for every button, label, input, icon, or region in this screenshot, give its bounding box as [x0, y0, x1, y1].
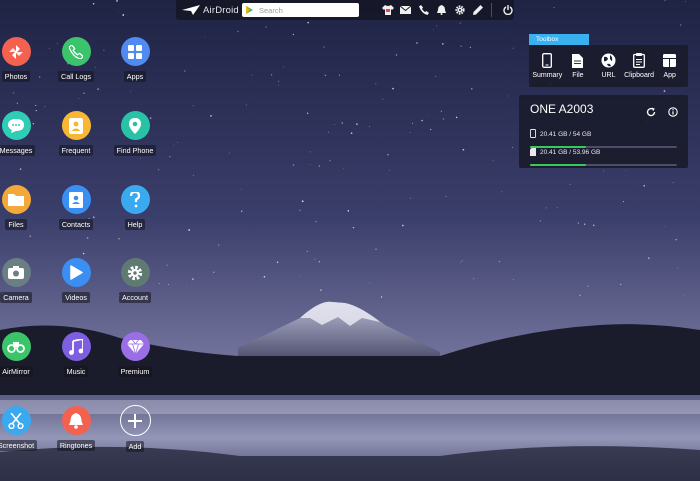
phone-storage-icon — [530, 125, 536, 143]
tool-clipboard[interactable]: Clipboard — [624, 53, 654, 79]
tool-label: URL — [601, 72, 616, 79]
clipboard-icon — [632, 53, 647, 68]
toolbox-panel: Summary File URL Clipboard App — [529, 45, 688, 87]
grid-icon — [120, 37, 150, 66]
app-ringtones[interactable]: Ringtones — [46, 406, 106, 451]
app-label: Files — [5, 219, 27, 230]
app-contacts[interactable]: Contacts — [46, 185, 106, 230]
tool-app[interactable]: App — [655, 53, 685, 79]
toolbox-tab[interactable]: Toolbox — [529, 34, 589, 45]
app-label: Screenshot — [0, 440, 38, 451]
app-label: Apps — [123, 71, 147, 82]
sd-card-storage-bar-fill — [530, 164, 586, 166]
bell-icon — [61, 406, 91, 435]
photos-icon — [1, 37, 31, 66]
app-label: Frequent — [58, 145, 94, 156]
sd-card-storage-bar — [530, 164, 677, 166]
app-label: Music — [63, 366, 89, 377]
power-icon[interactable] — [501, 4, 514, 17]
sd-card-icon — [530, 143, 536, 161]
info-icon[interactable] — [668, 104, 678, 117]
location-pin-icon — [120, 111, 150, 140]
app-airmirror[interactable]: AirMirror — [0, 332, 46, 377]
app-videos[interactable]: Videos — [46, 258, 106, 303]
tool-file[interactable]: File — [563, 53, 593, 79]
app-apps[interactable]: Apps — [105, 37, 165, 82]
music-note-icon — [61, 332, 91, 361]
search-box[interactable] — [242, 3, 359, 17]
app-files[interactable]: Files — [0, 185, 46, 230]
tool-label: File — [572, 72, 584, 79]
file-icon — [570, 53, 585, 68]
paper-plane-icon — [182, 5, 200, 15]
edit-pen-icon[interactable] — [471, 4, 484, 17]
camera-icon — [1, 258, 31, 287]
app-add[interactable]: Add — [105, 405, 165, 452]
contact-card-icon — [61, 111, 91, 140]
app-label: Photos — [1, 71, 31, 82]
app-window-icon — [662, 53, 677, 68]
play-icon — [61, 258, 91, 287]
phone-icon[interactable] — [417, 4, 430, 17]
device-summary-card: ONE A2003 20.41 GB / 54 GB 20.41 GB / 53… — [519, 95, 688, 168]
app-label: Contacts — [58, 219, 94, 230]
app-photos[interactable]: Photos — [0, 37, 46, 82]
sd-card-storage: 20.41 GB / 53.96 GB — [530, 143, 678, 166]
app-label: Find Phone — [113, 145, 157, 156]
app-label: AirMirror — [0, 366, 33, 377]
topbar-divider — [491, 3, 492, 17]
sd-card-storage-text: 20.41 GB / 53.96 GB — [540, 148, 601, 156]
app-label: Ringtones — [56, 440, 96, 451]
tool-url[interactable]: URL — [593, 53, 623, 79]
phone-outline-icon — [540, 53, 555, 68]
message-icon[interactable] — [399, 4, 412, 17]
search-input[interactable] — [259, 4, 359, 16]
play-store-icon — [246, 6, 253, 14]
app-call-logs[interactable]: Call Logs — [46, 37, 106, 82]
app-premium[interactable]: Premium — [105, 332, 165, 377]
app-music[interactable]: Music — [46, 332, 106, 377]
app-label: Premium — [117, 366, 153, 377]
brand-name: AirDroid — [203, 4, 239, 16]
app-label: Messages — [0, 145, 36, 156]
tool-label: Summary — [532, 72, 563, 79]
app-label: Camera — [0, 292, 32, 303]
app-account[interactable]: Account — [105, 258, 165, 303]
diamond-icon — [120, 332, 150, 361]
app-find-phone[interactable]: Find Phone — [105, 111, 165, 156]
app-label: Videos — [62, 292, 90, 303]
app-frequent[interactable]: Frequent — [46, 111, 106, 156]
app-help[interactable]: Help — [105, 185, 165, 230]
phone-icon — [61, 37, 91, 66]
contact-book-icon — [61, 185, 91, 214]
binoculars-icon — [1, 332, 31, 361]
settings-gear-icon[interactable] — [453, 4, 466, 17]
tool-label: App — [663, 72, 676, 79]
airdroid-logo[interactable]: AirDroid — [176, 5, 242, 16]
app-messages[interactable]: Messages — [0, 111, 46, 156]
app-label: Call Logs — [58, 71, 94, 82]
globe-icon — [601, 53, 616, 68]
app-screenshot[interactable]: Screenshot — [0, 406, 46, 451]
app-label: Add — [125, 441, 145, 452]
theme-shirt-icon[interactable] — [381, 4, 394, 17]
app-label: Help — [124, 219, 146, 230]
device-name: ONE A2003 — [530, 102, 594, 116]
refresh-icon[interactable] — [646, 104, 656, 117]
plus-icon — [119, 405, 151, 436]
tool-summary[interactable]: Summary — [532, 53, 562, 79]
chat-icon — [1, 111, 31, 140]
scissors-icon — [1, 406, 31, 435]
question-icon — [120, 185, 150, 214]
top-bar: AirDroid — [176, 0, 514, 20]
phone-storage-text: 20.41 GB / 54 GB — [540, 130, 592, 138]
tool-label: Clipboard — [624, 72, 655, 79]
app-label: Account — [119, 292, 151, 303]
gear-icon — [120, 258, 150, 287]
notification-bell-icon[interactable] — [435, 4, 448, 17]
folder-icon — [1, 185, 31, 214]
app-camera[interactable]: Camera — [0, 258, 46, 303]
